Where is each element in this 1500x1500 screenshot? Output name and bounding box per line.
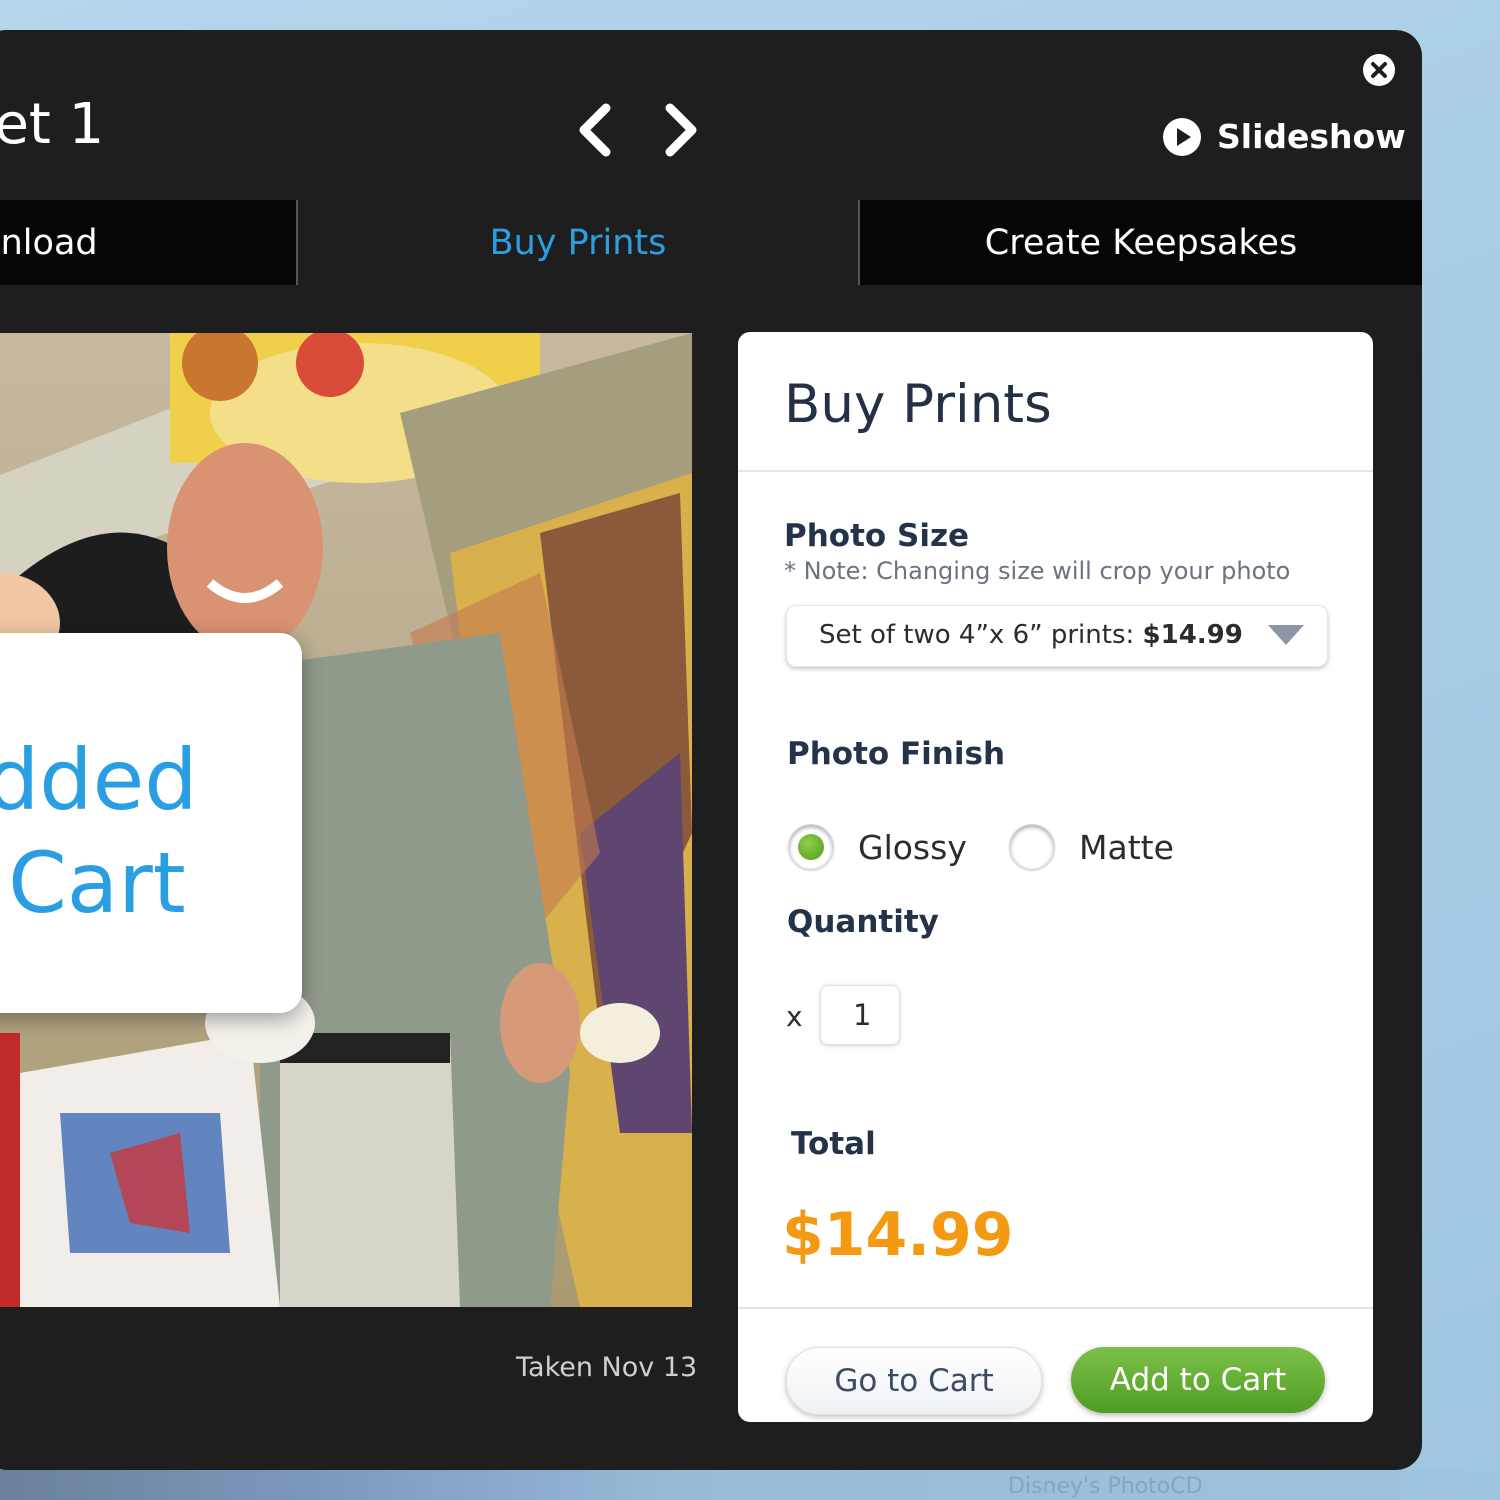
photo-finish-label: Photo Finish	[787, 736, 1006, 772]
tab-buy-prints[interactable]: Buy Prints	[296, 200, 860, 285]
photo-size-label: Photo Size	[784, 518, 970, 554]
tab-bar: wnload Buy Prints Create Keepsakes	[0, 200, 1422, 285]
total-amount: $14.99	[782, 1200, 1014, 1270]
glossy-label[interactable]: Glossy	[858, 828, 967, 867]
add-to-cart-button[interactable]: Add to Cart	[1071, 1347, 1325, 1413]
glossy-radio[interactable]	[788, 824, 834, 870]
tab-buy-prints-label: Buy Prints	[489, 222, 667, 263]
previous-photo-button[interactable]	[568, 100, 628, 160]
slideshow-button[interactable]: Slideshow	[1163, 117, 1406, 156]
panel-header-divider	[738, 470, 1373, 472]
panel-title: Buy Prints	[784, 374, 1052, 435]
tab-download-label: wnload	[0, 222, 98, 263]
added-to-cart-toast: Added o Cart	[0, 633, 302, 1013]
photo-title: eet 1	[0, 92, 105, 157]
buy-prints-panel: Buy Prints Photo Size * Note: Changing s…	[738, 332, 1373, 1422]
toast-line-2: o Cart	[0, 834, 186, 932]
total-label: Total	[791, 1126, 876, 1162]
toast-line-1: Added	[0, 731, 198, 829]
photo-size-note: * Note: Changing size will crop your pho…	[784, 557, 1291, 585]
chevron-right-icon	[665, 103, 697, 157]
photo-size-selected: Set of two 4”x 6” prints: $14.99	[819, 620, 1243, 650]
photo-size-option-text: Set of two 4”x 6” prints:	[819, 620, 1135, 650]
next-photo-button[interactable]	[648, 100, 708, 160]
close-icon	[1371, 62, 1387, 78]
dropdown-arrow-icon	[1268, 625, 1304, 645]
photo-size-price: $14.99	[1142, 620, 1243, 650]
radio-selected-dot	[798, 834, 824, 860]
matte-label[interactable]: Matte	[1079, 828, 1174, 867]
play-icon	[1163, 117, 1201, 156]
photo-modal: eet 1 Slideshow wnload Buy Prints Create…	[0, 30, 1422, 1470]
photo-taken-date: Taken Nov 13	[516, 1352, 698, 1383]
panel-footer-divider	[738, 1307, 1373, 1309]
matte-radio[interactable]	[1009, 824, 1055, 870]
background-footer-text: Disney's PhotoCD	[1008, 1474, 1203, 1499]
background-strip	[0, 1470, 1500, 1500]
tab-create-keepsakes[interactable]: Create Keepsakes	[860, 200, 1422, 285]
quantity-prefix: x	[786, 1000, 803, 1033]
quantity-label: Quantity	[787, 904, 939, 940]
tab-create-keepsakes-label: Create Keepsakes	[984, 222, 1298, 263]
quantity-input[interactable]: 1	[820, 985, 900, 1045]
go-to-cart-button[interactable]: Go to Cart	[786, 1347, 1042, 1415]
tab-download[interactable]: wnload	[0, 200, 296, 285]
close-button[interactable]	[1363, 54, 1395, 86]
photo-size-select[interactable]: Set of two 4”x 6” prints: $14.99	[786, 605, 1328, 667]
chevron-left-icon	[579, 103, 611, 157]
slideshow-label: Slideshow	[1217, 117, 1406, 156]
